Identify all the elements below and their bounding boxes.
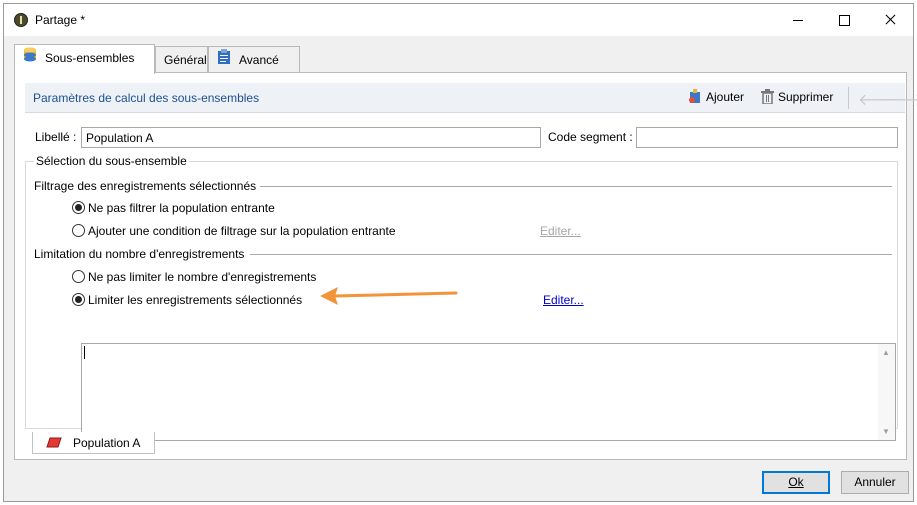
title-bar: Partage *: [4, 4, 913, 36]
radio-no-filter[interactable]: [72, 201, 85, 214]
delete-button[interactable]: Supprimer: [761, 89, 834, 105]
tab-avance[interactable]: Avancé: [208, 46, 300, 73]
ok-button[interactable]: Ok: [762, 471, 830, 494]
toolbar-title: Paramètres de calcul des sous-ensembles: [33, 91, 260, 105]
tab-label: Général: [164, 53, 207, 67]
libelle-input[interactable]: Population A: [81, 127, 541, 148]
population-tab-label: Population A: [73, 436, 141, 450]
radio-no-filter-label[interactable]: Ne pas filtrer la population entrante: [88, 201, 275, 215]
selection-group: Sélection du sous-ensemble Filtrage des …: [25, 154, 898, 441]
selection-legend: Sélection du sous-ensemble: [34, 154, 189, 168]
code-segment-label: Code segment :: [548, 130, 633, 144]
cancel-button[interactable]: Annuler: [841, 471, 909, 494]
tab-label: Avancé: [239, 53, 279, 67]
tab-general[interactable]: Général: [155, 46, 208, 73]
radio-limit[interactable]: [72, 293, 85, 306]
scroll-up-icon[interactable]: ▲: [882, 348, 890, 357]
add-button[interactable]: Ajouter: [688, 89, 744, 104]
dialog-window: Partage * Sous-ensembles Général Avancé …: [3, 3, 917, 502]
toolbar: Paramètres de calcul des sous-ensembles …: [25, 83, 917, 113]
limit-edit-link[interactable]: Editer...: [543, 293, 584, 307]
population-tab[interactable]: Population A: [32, 432, 155, 454]
tab-sous-ensembles[interactable]: Sous-ensembles: [14, 44, 155, 74]
trash-icon: [761, 89, 774, 105]
code-segment-input[interactable]: [636, 127, 898, 148]
add-label: Ajouter: [706, 90, 745, 104]
filtering-heading: Filtrage des enregistrements sélectionné…: [34, 179, 261, 193]
radio-add-filter-label[interactable]: Ajouter une condition de filtrage sur la…: [88, 224, 396, 238]
close-button[interactable]: [867, 4, 913, 36]
radio-no-limit[interactable]: [72, 270, 85, 283]
filter-edit-link: Editer...: [540, 224, 581, 238]
radio-limit-label[interactable]: Limiter les enregistrements sélectionnés: [88, 293, 302, 307]
database-icon: [23, 46, 37, 72]
population-icon: [46, 437, 62, 448]
minimize-button[interactable]: [775, 4, 821, 36]
annotation-arrow-icon: [320, 287, 458, 305]
maximize-button[interactable]: [821, 4, 867, 36]
arrow-right-icon[interactable]: 🡒: [881, 89, 917, 110]
limitation-heading: Limitation du nombre d'enregistrements: [34, 247, 249, 261]
limit-textarea[interactable]: ▲ ▼: [81, 343, 896, 441]
add-icon: [689, 89, 700, 103]
text-caret: [84, 346, 85, 359]
radio-no-limit-label[interactable]: Ne pas limiter le nombre d'enregistremen…: [88, 270, 316, 284]
toolbar-separator: [848, 87, 849, 109]
tab-panel: Paramètres de calcul des sous-ensembles …: [14, 72, 917, 460]
app-icon: [14, 13, 28, 27]
divider: [250, 254, 892, 255]
radio-add-filter[interactable]: [72, 224, 85, 237]
delete-label: Supprimer: [778, 90, 834, 104]
tab-label: Sous-ensembles: [45, 51, 135, 65]
divider: [250, 186, 892, 187]
textarea-scrollbar[interactable]: ▲ ▼: [878, 344, 895, 440]
clipboard-icon: [217, 48, 231, 74]
window-title: Partage *: [35, 13, 86, 27]
scroll-down-icon[interactable]: ▼: [882, 427, 890, 436]
libelle-label: Libellé :: [35, 130, 77, 144]
